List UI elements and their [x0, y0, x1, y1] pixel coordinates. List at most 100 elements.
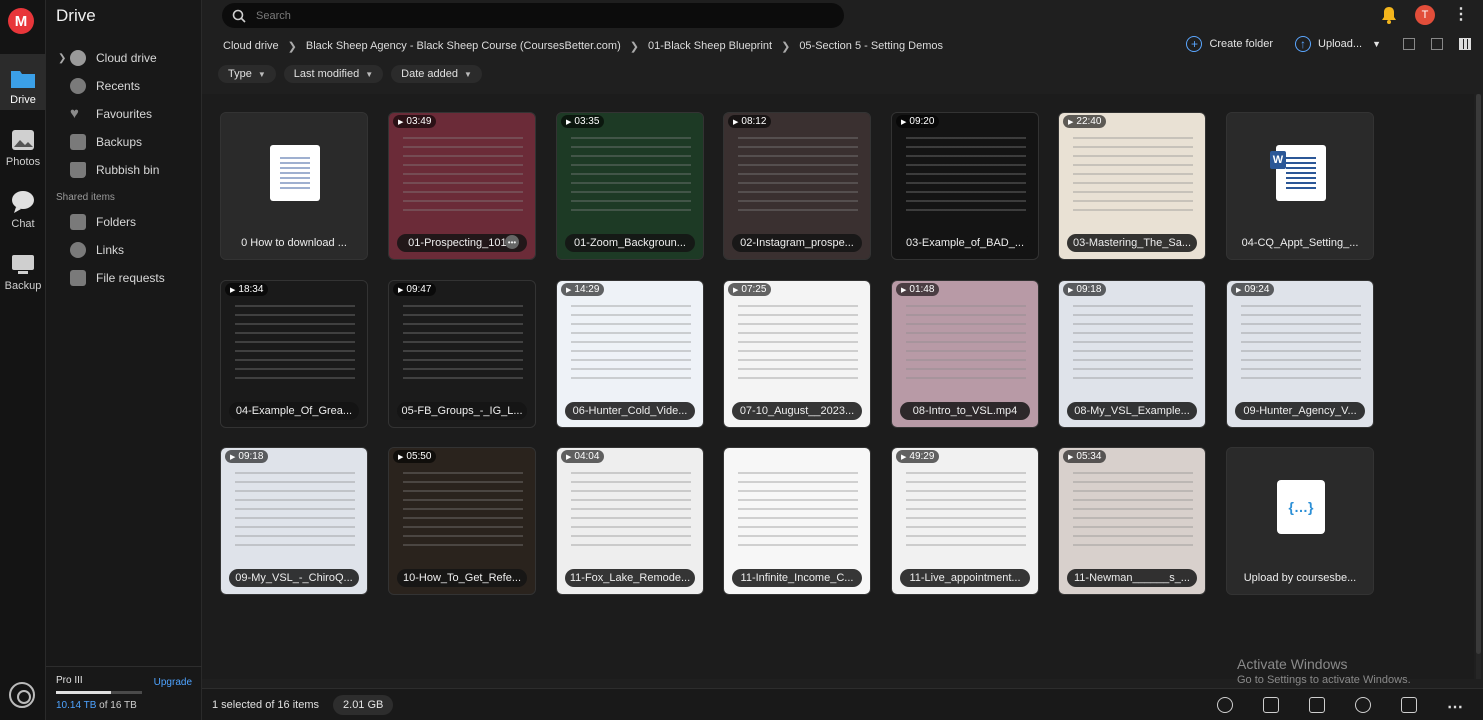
file-name: 09-Hunter_Agency_V...: [1235, 402, 1365, 420]
file-tile[interactable]: 14:29 06-Hunter_Cold_Vide...: [556, 280, 704, 428]
scrollbar-thumb[interactable]: [1476, 94, 1481, 654]
chevron-right-icon: ❯: [287, 40, 297, 53]
file-tile[interactable]: 18:34 04-Example_Of_Grea...: [220, 280, 368, 428]
chevron-down-icon[interactable]: ▼: [1372, 39, 1381, 49]
upload-button[interactable]: ↑ Upload... ▼: [1295, 36, 1381, 52]
sidebar-item-recents[interactable]: Recents: [58, 75, 198, 97]
file-tile[interactable]: 09:18 08-My_VSL_Example...: [1058, 280, 1206, 428]
thumbnail-content: [571, 305, 691, 385]
more-options-icon[interactable]: ⋯: [1447, 697, 1463, 717]
file-grid: 0 How to download ... 03:4901-Prospecting…: [202, 94, 1474, 679]
trash-icon: [70, 162, 86, 178]
upgrade-link[interactable]: Upgrade: [154, 677, 192, 688]
chevron-down-icon: ▼: [365, 69, 374, 79]
file-name: 08-My_VSL_Example...: [1067, 402, 1197, 420]
rail-drive[interactable]: Drive: [0, 54, 46, 110]
more-options-icon[interactable]: •••: [505, 235, 519, 249]
filter-date-added[interactable]: Date added ▼: [391, 65, 482, 83]
grid-view-icon[interactable]: [1459, 38, 1471, 50]
file-tile[interactable]: W 04-CQ_Appt_Setting_...: [1226, 112, 1374, 260]
thumbnail-content: [403, 305, 523, 385]
share-folder-icon[interactable]: [1309, 697, 1325, 713]
sidebar-item-links[interactable]: Links: [58, 239, 198, 261]
file-tile[interactable]: 22:40 03-Mastering_The_Sa...: [1058, 112, 1206, 260]
file-tile[interactable]: 05:50 10-How_To_Get_Refe...: [388, 447, 536, 595]
file-name: 02-Instagram_prospe...: [732, 234, 862, 252]
file-tile[interactable]: 05:34 11-Newman______s_...: [1058, 447, 1206, 595]
sidebar-item-backups[interactable]: Backups: [58, 131, 198, 153]
more-menu-icon[interactable]: ⋮: [1453, 7, 1469, 23]
thumbnail-content: [235, 472, 355, 552]
file-tile[interactable]: 03:35 01-Zoom_Backgroun...: [556, 112, 704, 260]
rail-backup[interactable]: Backup: [0, 240, 46, 296]
filter-type[interactable]: Type ▼: [218, 65, 276, 83]
sidebar-item-rubbish-bin[interactable]: Rubbish bin: [58, 159, 198, 181]
file-tile[interactable]: 09:20 03-Example_of_BAD_...: [891, 112, 1039, 260]
file-tile[interactable]: 07:25 07-10_August__2023...: [723, 280, 871, 428]
video-duration: 05:50: [393, 450, 437, 463]
file-tile[interactable]: 03:4901-Prospecting_101...•••: [388, 112, 536, 260]
download-icon[interactable]: [1217, 697, 1233, 713]
file-tile[interactable]: 09:47 05-FB_Groups_-_IG_L...: [388, 280, 536, 428]
storage-bar: [56, 691, 142, 694]
storage-bar-fill: [56, 691, 111, 694]
video-duration: 14:29: [561, 283, 605, 296]
avatar[interactable]: T: [1415, 5, 1435, 25]
file-name: 04-Example_Of_Grea...: [229, 402, 359, 420]
cloud-icon: [70, 50, 86, 66]
thumbnail-content: [1241, 305, 1361, 385]
search-bar[interactable]: [222, 3, 844, 28]
file-request-icon: [70, 270, 86, 286]
file-tile[interactable]: 09:24 09-Hunter_Agency_V...: [1226, 280, 1374, 428]
media-view-icon[interactable]: [1403, 38, 1415, 50]
file-tile[interactable]: 01:48 08-Intro_to_VSL.mp4: [891, 280, 1039, 428]
file-tile[interactable]: 08:12 02-Instagram_prospe...: [723, 112, 871, 260]
sidebar-item-cloud-drive[interactable]: ❯ Cloud drive: [58, 47, 198, 69]
link-icon[interactable]: [1355, 697, 1371, 713]
file-name: 11-Infinite_Income_C...: [732, 569, 862, 587]
backup-icon: [12, 255, 34, 274]
sidebar-item-folders[interactable]: Folders: [58, 211, 198, 233]
search-icon: [232, 9, 246, 23]
selection-size: 2.01 GB: [333, 694, 394, 715]
video-duration: 08:12: [728, 115, 772, 128]
file-name: 05-FB_Groups_-_IG_L...: [397, 402, 527, 420]
bell-icon[interactable]: [1381, 6, 1397, 24]
file-name: 03-Example_of_BAD_...: [900, 234, 1030, 252]
transfers-icon[interactable]: [9, 682, 35, 708]
rail-photos[interactable]: Photos: [0, 116, 46, 172]
file-tile[interactable]: 49:29 11-Live_appointment...: [891, 447, 1039, 595]
sidebar-item-file-requests[interactable]: File requests: [58, 267, 198, 289]
app-window: M Drive Photos Chat Backup Drive ❯ Cloud…: [0, 0, 1483, 720]
thumbnail-content: [1073, 137, 1193, 217]
scrollbar[interactable]: [1476, 94, 1481, 679]
heart-icon: ♥: [70, 105, 79, 122]
file-name: 0 How to download ...: [241, 237, 347, 249]
search-input[interactable]: [256, 9, 816, 22]
breadcrumb-item[interactable]: 01-Black Sheep Blueprint: [648, 40, 772, 52]
sidebar-item-favourites[interactable]: ♥ Favourites: [58, 103, 198, 125]
file-tile[interactable]: 09:18 09-My_VSL_-_ChiroQ...: [220, 447, 368, 595]
backup-icon: [70, 134, 86, 150]
move-icon[interactable]: [1263, 697, 1279, 713]
storage-used-total: of 16 TB: [96, 700, 137, 711]
file-name: 08-Intro_to_VSL.mp4: [900, 402, 1030, 420]
file-tile[interactable]: 04:04 11-Fox_Lake_Remode...: [556, 447, 704, 595]
create-folder-button[interactable]: + Create folder: [1186, 36, 1273, 52]
list-view-icon[interactable]: [1431, 38, 1443, 50]
file-tile[interactable]: 0 How to download ...: [220, 112, 368, 260]
chevron-right-icon[interactable]: ❯: [58, 53, 68, 64]
trash-icon[interactable]: [1401, 697, 1417, 713]
sidebar-item-label: Recents: [96, 79, 141, 93]
filter-last-modified[interactable]: Last modified ▼: [283, 65, 384, 83]
chevron-down-icon: ▼: [464, 69, 472, 79]
file-tile[interactable]: {…} Upload by coursesbe...: [1226, 447, 1374, 595]
mega-logo[interactable]: M: [8, 8, 34, 34]
breadcrumb-item[interactable]: Cloud drive: [223, 40, 279, 52]
breadcrumb-item[interactable]: Black Sheep Agency - Black Sheep Course …: [306, 40, 621, 52]
video-duration: 09:47: [393, 283, 437, 296]
file-tile[interactable]: 11-Infinite_Income_C...: [723, 447, 871, 595]
rail-chat[interactable]: Chat: [0, 178, 46, 234]
selection-actions: ⋯: [1217, 697, 1463, 717]
storage-panel: Pro III Upgrade 10.14 TB of 16 TB: [46, 666, 202, 720]
